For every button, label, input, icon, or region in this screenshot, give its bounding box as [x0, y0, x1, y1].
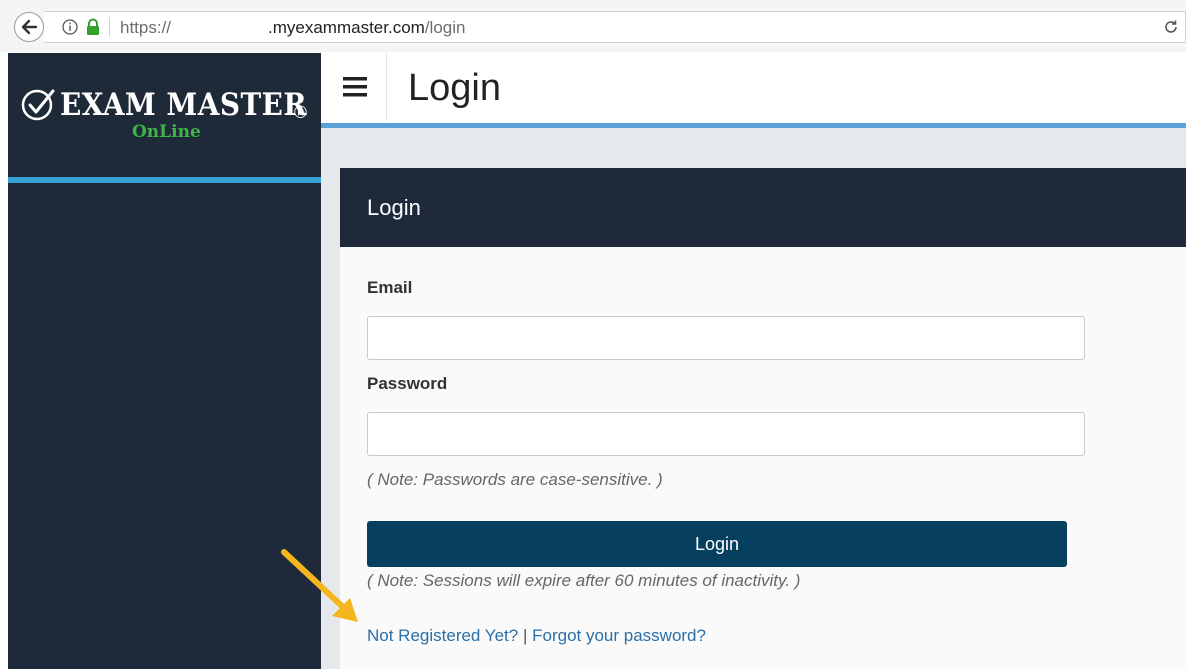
- login-card-title: Login: [367, 195, 421, 220]
- info-icon[interactable]: [62, 19, 78, 35]
- page-title: Login: [408, 67, 501, 109]
- logo-subtitle: OnLine: [132, 122, 201, 142]
- address-bar[interactable]: https:// .myexammaster.com/login: [44, 11, 1186, 43]
- back-arrow-icon: [21, 19, 38, 35]
- session-note: ( Note: Sessions will expire after 60 mi…: [367, 571, 801, 590]
- password-field[interactable]: [367, 412, 1085, 456]
- lock-icon: [87, 18, 99, 35]
- check-circle-icon: [21, 89, 55, 121]
- email-field[interactable]: [367, 316, 1085, 360]
- logo-registered-mark: ®: [292, 103, 309, 123]
- url-text: .myexammaster.com/login: [268, 18, 465, 38]
- reload-icon[interactable]: [1162, 18, 1180, 36]
- link-separator: |: [522, 626, 528, 645]
- email-label: Email: [367, 278, 413, 297]
- password-note: ( Note: Passwords are case-sensitive. ): [367, 470, 663, 489]
- annotation-arrow: [281, 549, 358, 622]
- header-divider: [386, 53, 387, 121]
- login-form: Email Password ( Note: Passwords are cas…: [340, 247, 1186, 669]
- page-header: Login: [321, 53, 1186, 123]
- not-registered-link[interactable]: Not Registered Yet?: [367, 626, 518, 645]
- url-host: .myexammaster.com: [268, 18, 425, 37]
- browser-toolbar: https:// .myexammaster.com/login: [0, 0, 1186, 52]
- password-label: Password: [367, 374, 448, 393]
- url-scheme: https://: [120, 18, 172, 37]
- hamburger-menu-icon[interactable]: [343, 77, 367, 97]
- sidebar: EXAM MASTER ® OnLine: [8, 53, 321, 669]
- login-card-header: Login: [340, 168, 1186, 247]
- account-links: Not Registered Yet? | Forgot your passwo…: [367, 626, 706, 646]
- logo-title: EXAM MASTER: [60, 87, 308, 123]
- logo[interactable]: EXAM MASTER ® OnLine: [8, 53, 321, 177]
- back-button[interactable]: [14, 12, 44, 42]
- sidebar-accent-stripe: [8, 177, 321, 183]
- forgot-password-link[interactable]: Forgot your password?: [532, 626, 706, 645]
- url-separator: [109, 17, 110, 37]
- login-button[interactable]: Login: [367, 521, 1067, 567]
- url-path: /login: [424, 18, 466, 37]
